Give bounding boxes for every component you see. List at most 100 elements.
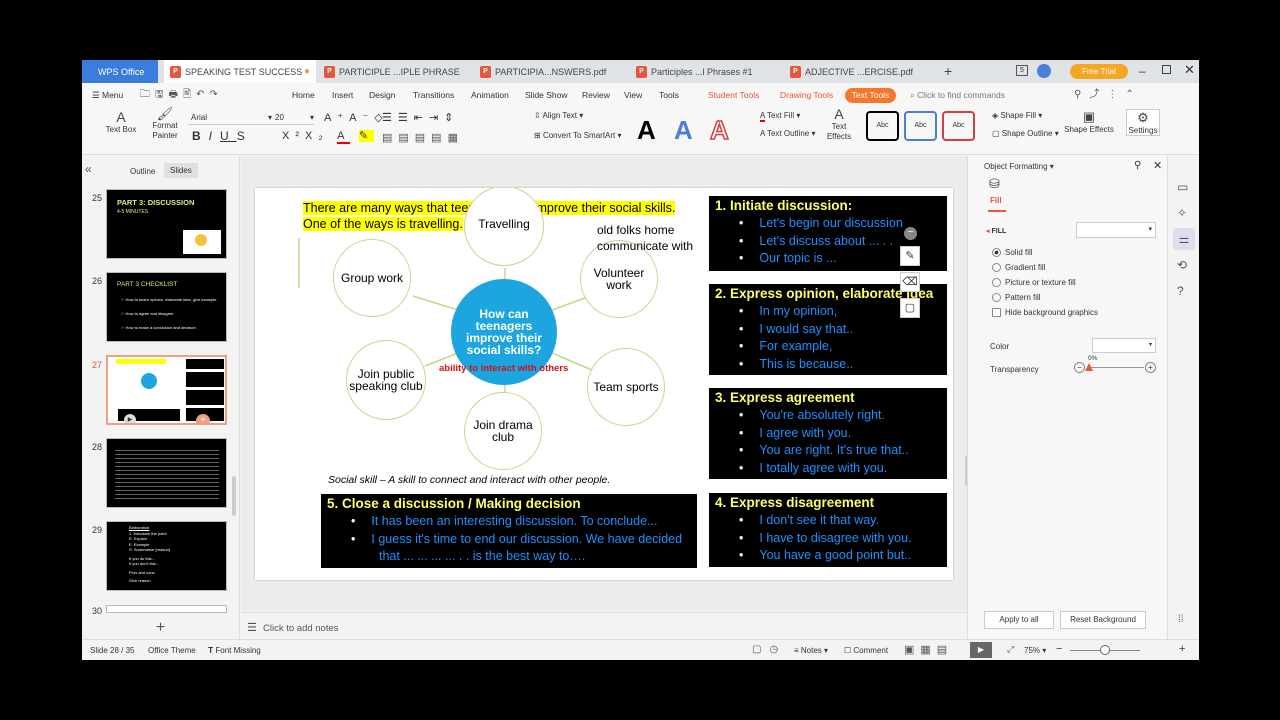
tab-tools[interactable]: Tools	[659, 83, 679, 107]
font-size-select[interactable]: 20 ▾	[272, 111, 314, 125]
font-missing-button[interactable]: 𝐓 Font Missing	[208, 646, 261, 656]
paragraph-buttons[interactable]: ☰☰⇤⇥⇕	[382, 111, 459, 124]
font-family-select[interactable]: Arial ▾	[188, 111, 272, 125]
panel-scrollbar[interactable]	[232, 476, 236, 516]
minimize-icon[interactable]: –	[1139, 64, 1146, 78]
tab-drawing-tools[interactable]: Drawing Tools	[780, 83, 833, 107]
tab-text-tools[interactable]: Text Tools	[845, 88, 896, 103]
option-solid-fill[interactable]: Solid fill	[992, 248, 1033, 258]
grid-icon[interactable]: ⁞⁞	[1178, 614, 1184, 625]
alignment-buttons[interactable]: ▤▤▤▤▦	[382, 131, 464, 144]
pen-float-icon[interactable]: ✎	[900, 246, 920, 266]
shape-style-1[interactable]: Abc	[866, 111, 899, 141]
slide-thumbnail-27-selected[interactable]: ▶ +	[106, 355, 227, 425]
wordart-style-black[interactable]: A	[637, 115, 656, 146]
tab-home[interactable]: Home	[292, 83, 315, 107]
apply-to-all-button[interactable]: Apply to all	[984, 611, 1054, 629]
tab-fill[interactable]: Fill	[990, 196, 1002, 205]
text-fill-button[interactable]: A Text Fill ▾	[760, 111, 800, 122]
share-icons[interactable]: ⚲⤴⋮⌃	[1074, 83, 1142, 107]
transparency-slider[interactable]	[1088, 367, 1144, 368]
slide-layout-icon[interactable]: ▭	[1177, 180, 1188, 194]
view-mode-buttons[interactable]: ▣▦▤	[904, 643, 953, 656]
tab-slides[interactable]: Slides	[164, 163, 198, 178]
tab-outline[interactable]: Outline	[130, 167, 155, 176]
close-panel-icon[interactable]: ✕	[1153, 159, 1162, 172]
tab-design[interactable]: Design	[369, 83, 395, 107]
add-slide-icon[interactable]: +	[196, 414, 210, 423]
slideshow-play-button[interactable]: ▶	[970, 642, 992, 658]
text-box-button[interactable]: A Text Box	[104, 109, 138, 134]
tab-speaking-test[interactable]: P SPEAKING TEST SUCCESS ●	[164, 60, 316, 83]
panel-title[interactable]: Object Formatting ▾	[984, 162, 1054, 171]
grow-shrink-font[interactable]: A⁺A⁻◇	[324, 111, 389, 124]
settings-button[interactable]: ⚙ Settings	[1126, 109, 1160, 136]
status-icons[interactable]: ▢◷	[752, 644, 786, 655]
slide-thumbnail-26[interactable]: PART 3 CHECKLIST ✔ How to share opinion,…	[106, 272, 227, 342]
history-icon[interactable]: ⟲	[1177, 258, 1187, 272]
tab-view[interactable]: View	[624, 83, 642, 107]
fill-bucket-icon[interactable]: ⛁	[989, 176, 1000, 192]
zoom-level[interactable]: 75% ▾	[1024, 646, 1046, 655]
play-slide-icon[interactable]: ▶	[124, 414, 136, 423]
close-window-icon[interactable]: ✕	[1184, 62, 1195, 78]
help-icon[interactable]: ?	[1177, 284, 1184, 298]
option-gradient-fill[interactable]: Gradient fill	[992, 263, 1045, 273]
reset-background-button[interactable]: Reset Background	[1060, 611, 1146, 629]
tab-slide-show[interactable]: Slide Show	[525, 83, 568, 107]
shape-outline-button[interactable]: ▢ Shape Outline ▾	[992, 129, 1059, 138]
frame-float-icon[interactable]: ▢	[900, 298, 920, 318]
fill-section-header[interactable]: ◂ FILL	[986, 227, 1006, 235]
format-painter-button[interactable]: 🖌 Format Painter	[148, 107, 182, 141]
option-pattern-fill[interactable]: Pattern fill	[992, 293, 1041, 303]
wordart-style-blue[interactable]: A	[674, 115, 693, 146]
text-effects-button[interactable]: A Text Effects	[824, 107, 854, 142]
convert-smartart-button[interactable]: ⊞ Convert To SmartArt ▾	[534, 131, 622, 140]
eraser-float-icon[interactable]: ⌫	[900, 272, 920, 292]
tab-animation[interactable]: Animation	[471, 83, 509, 107]
tab-transitions[interactable]: Transitions	[413, 83, 454, 107]
tab-participle-phrase[interactable]: P PARTICIPLE ...IPLE PHRASE	[318, 60, 468, 83]
slide-thumbnail-30[interactable]	[106, 605, 227, 613]
transparency-thumb[interactable]	[1085, 363, 1093, 371]
tab-adjective-exercise[interactable]: P ADJECTIVE ...ERCISE.pdf	[784, 60, 934, 83]
transparency-increase-icon[interactable]: +	[1145, 362, 1156, 373]
properties-icon[interactable]: ⚌	[1173, 228, 1195, 250]
shape-style-2[interactable]: Abc	[904, 111, 937, 141]
slide-thumbnail-29[interactable]: Elaboration 1. Introduce the point E. Ex…	[106, 521, 227, 591]
new-slide-button[interactable]: +	[82, 614, 239, 642]
text-outline-button[interactable]: A Text Outline ▾	[760, 129, 815, 138]
notes-button[interactable]: ≡ Notes ▾	[794, 646, 828, 655]
menu-button[interactable]: ☰ Menu	[92, 83, 123, 107]
avatar[interactable]	[1037, 64, 1051, 78]
shape-style-3[interactable]: Abc	[942, 111, 975, 141]
slide-thumbnail-28[interactable]	[106, 438, 227, 508]
align-text-button[interactable]: ⇳ Align Text ▾	[534, 111, 583, 120]
restore-icon[interactable]	[1162, 65, 1171, 74]
tab-review[interactable]: Review	[582, 83, 610, 107]
search-commands[interactable]: ⌕ Click to find commands	[910, 83, 1005, 107]
zoom-out-icon[interactable]: −	[1056, 643, 1062, 655]
collapse-panel-icon[interactable]: «	[85, 162, 92, 176]
collapse-float-icon[interactable]: −	[904, 227, 917, 240]
comment-button[interactable]: ☐ Comment	[844, 646, 888, 655]
fill-type-select[interactable]: ▾	[1076, 222, 1156, 238]
tab-insert[interactable]: Insert	[332, 83, 353, 107]
tab-participles-phrases[interactable]: P Participles ...l Phrases #1	[630, 60, 780, 83]
notes-area[interactable]: ☰ Click to add notes	[241, 612, 967, 642]
wps-office-tab[interactable]: WPS Office	[82, 60, 158, 83]
slide-thumbnail-25[interactable]: PART 3: DISCUSSION 4-5 MINUTES	[106, 189, 227, 259]
window-count-icon[interactable]: 5	[1016, 65, 1028, 76]
wordart-style-red[interactable]: A	[709, 114, 729, 146]
pin-icon[interactable]: ⚲	[1134, 160, 1141, 171]
hide-bg-checkbox[interactable]: Hide background graphics	[992, 308, 1098, 318]
zoom-in-icon[interactable]: +	[1179, 643, 1185, 655]
tab-participia-answers[interactable]: P PARTICIPIA...NSWERS.pdf	[474, 60, 624, 83]
transparency-decrease-icon[interactable]: −	[1074, 362, 1085, 373]
free-trial-button[interactable]: Free Trial	[1070, 64, 1128, 79]
animation-icon[interactable]: ✧	[1177, 206, 1187, 220]
font-style-buttons[interactable]: BIUS	[192, 129, 253, 143]
tab-student-tools[interactable]: Student Tools	[708, 83, 759, 107]
color-select[interactable]: ▾	[1092, 338, 1156, 353]
zoom-fit-icon[interactable]: ⤢	[1007, 644, 1014, 655]
